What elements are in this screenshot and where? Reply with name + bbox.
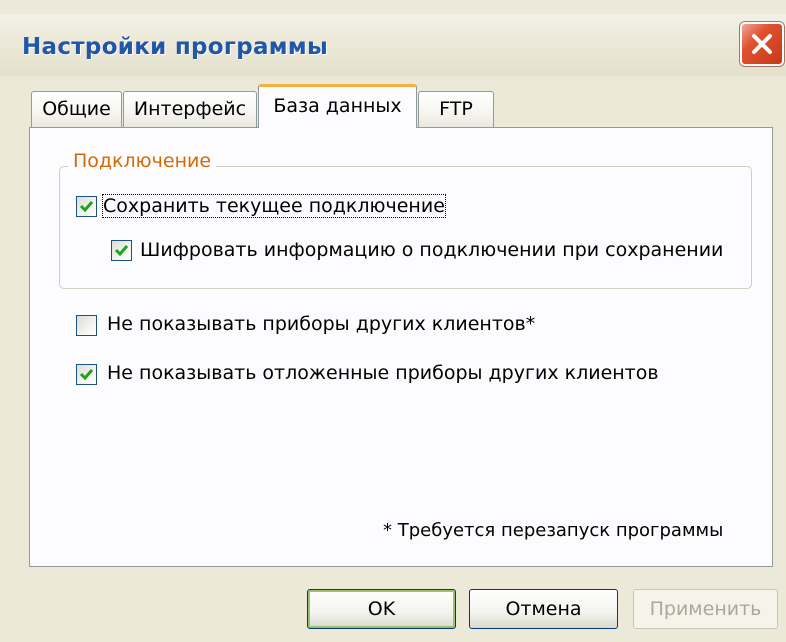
hide-others-devices-checkbox[interactable]	[76, 315, 97, 336]
close-button[interactable]	[740, 22, 784, 66]
checkmark-icon	[114, 245, 129, 257]
checkmark-icon	[79, 369, 94, 381]
tab-ftp[interactable]: FTP	[418, 91, 494, 127]
save-connection-label[interactable]: Сохранить текущее подключение	[102, 194, 446, 218]
restart-note: * Требуется перезапуск программы	[383, 520, 724, 541]
tab-database[interactable]: База данных	[258, 84, 417, 128]
save-connection-checkbox[interactable]	[76, 196, 97, 217]
hide-others-devices-label[interactable]: Не показывать приборы других клиентов*	[107, 313, 535, 335]
hide-postponed-devices-checkbox[interactable]	[76, 364, 97, 385]
tab-interface[interactable]: Интерфейс	[123, 91, 257, 127]
tab-general[interactable]: Общие	[31, 91, 122, 127]
ok-button[interactable]: OK	[307, 589, 456, 629]
connection-group-title: Подключение	[68, 150, 217, 172]
dialog-window: Настройки программы Общие Интерфейс База…	[0, 0, 786, 642]
hide-postponed-devices-label[interactable]: Не показывать отложенные приборы других …	[107, 362, 659, 384]
apply-button[interactable]: Применить	[633, 589, 778, 629]
window-title: Настройки программы	[22, 34, 329, 60]
close-icon	[752, 34, 772, 54]
encrypt-connection-checkbox[interactable]	[111, 240, 132, 261]
encrypt-connection-label[interactable]: Шифровать информацию о подключении при с…	[140, 239, 723, 261]
checkmark-icon	[79, 201, 94, 213]
cancel-button[interactable]: Отмена	[469, 589, 618, 629]
connection-groupbox	[59, 166, 752, 289]
